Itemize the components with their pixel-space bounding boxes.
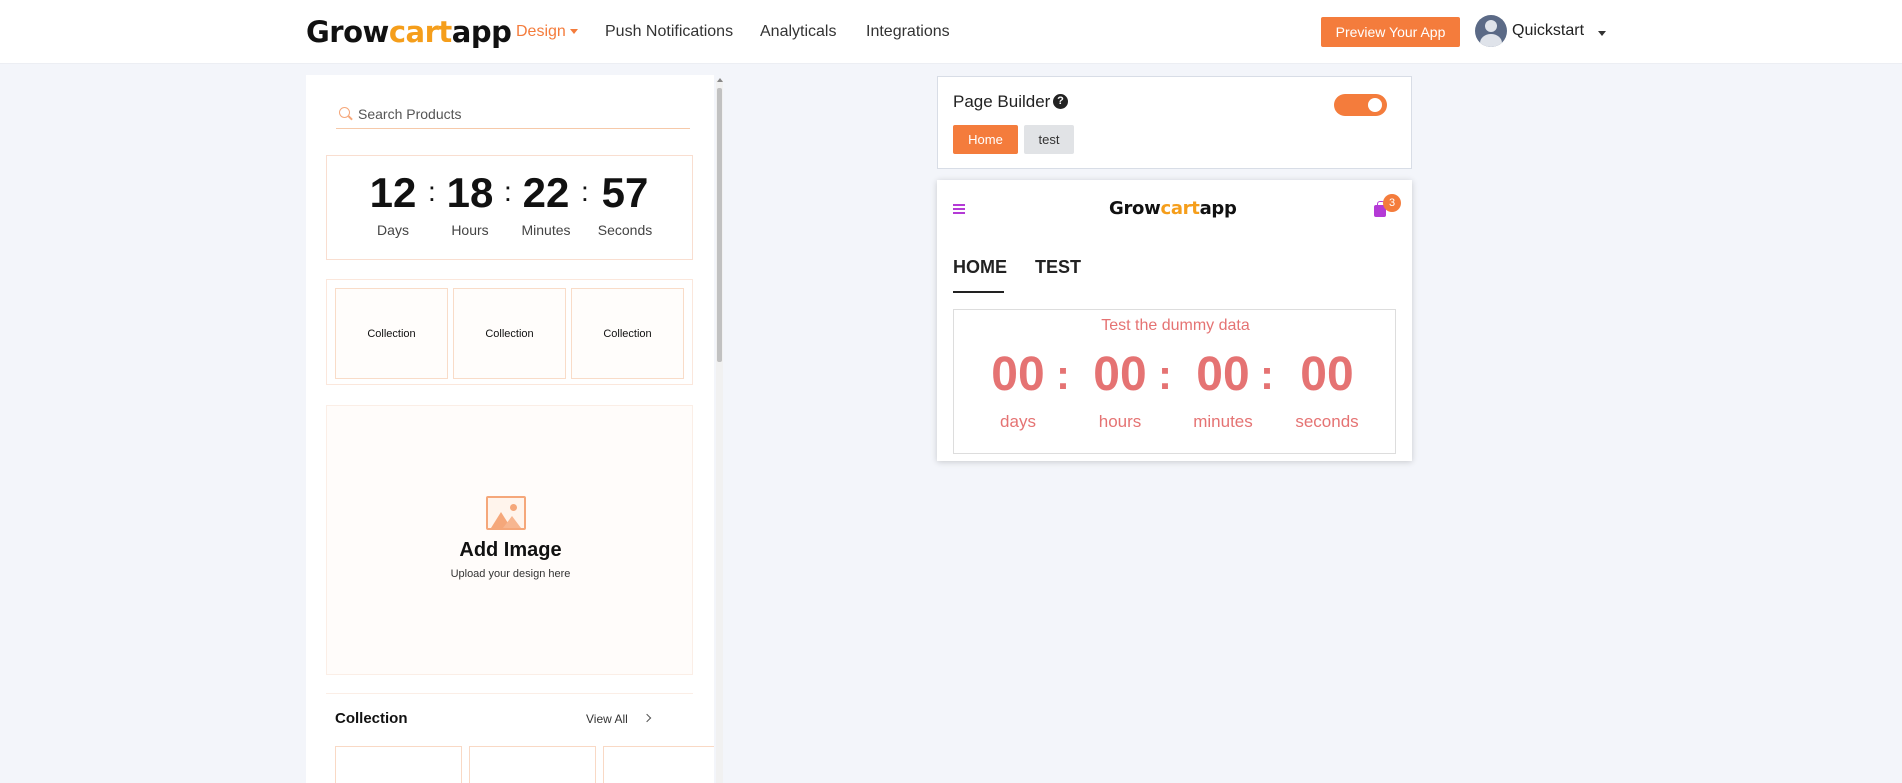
timer-separator: : xyxy=(1260,351,1274,398)
nav-design[interactable]: Design xyxy=(516,22,578,42)
nav-push-notifications[interactable]: Push Notifications xyxy=(605,22,733,42)
timer-seconds-label: seconds xyxy=(1295,412,1359,431)
preview-countdown: Test the dummy data 00 : 00 : 00 : 00 da… xyxy=(953,309,1396,454)
preview-tab-test[interactable]: TEST xyxy=(1035,257,1081,278)
timer-minutes-value: 00 xyxy=(1196,348,1250,401)
timer-days-value: 00 xyxy=(991,348,1045,401)
countdown-seconds-value: 57 xyxy=(601,169,649,216)
timer-hours-value: 00 xyxy=(1093,348,1147,401)
page-builder-title: Page Builder xyxy=(953,92,1051,111)
collection-box: Collection xyxy=(453,288,566,379)
countdown-separator: : xyxy=(581,176,589,207)
image-icon xyxy=(486,496,526,530)
top-navbar: Growcartapp Design Push Notifications An… xyxy=(0,0,1902,64)
countdown-minutes-value: 22 xyxy=(522,169,570,216)
timer-separator: : xyxy=(1158,351,1172,398)
chevron-down-icon xyxy=(569,29,578,35)
timer-days-label: days xyxy=(1000,412,1036,431)
avatar[interactable] xyxy=(1475,15,1507,47)
collection-card xyxy=(603,746,714,783)
collection-box: Collection xyxy=(335,288,448,379)
view-all-link[interactable]: View All xyxy=(586,712,628,726)
countdown-hours-value: 18 xyxy=(446,169,494,216)
timer-minutes-label: minutes xyxy=(1193,412,1253,431)
scroll-up-arrow-icon[interactable] xyxy=(717,78,723,82)
page-tab-home[interactable]: Home xyxy=(953,125,1018,154)
add-image-widget[interactable]: Add Image Upload your design here xyxy=(326,405,693,675)
component-panel: Search Products 12 : 18 : 22 : 57 Days H… xyxy=(306,75,714,783)
user-menu-chevron-down-icon[interactable] xyxy=(1598,31,1606,36)
preview-logo: Growcartapp xyxy=(1109,198,1237,219)
countdown-seconds-label: Seconds xyxy=(597,222,653,238)
timer-hours-label: hours xyxy=(1098,412,1142,431)
user-menu[interactable]: Quickstart xyxy=(1512,21,1584,41)
countdown-title: Test the dummy data xyxy=(1101,317,1250,334)
search-placeholder: Search Products xyxy=(358,106,462,122)
search-icon xyxy=(339,107,350,118)
search-input[interactable]: Search Products xyxy=(336,102,690,129)
collection-card xyxy=(469,746,596,783)
active-tab-underline xyxy=(953,291,1004,293)
add-image-subtitle: Upload your design here xyxy=(450,568,571,580)
app-logo[interactable]: Growcartapp xyxy=(306,14,512,50)
page-tab-test[interactable]: test xyxy=(1024,125,1074,154)
countdown-minutes-label: Minutes xyxy=(521,222,571,238)
countdown-days-label: Days xyxy=(377,222,409,238)
collection-section-title: Collection xyxy=(335,710,408,727)
panel-scrollbar-thumb[interactable] xyxy=(717,88,722,362)
collection-box: Collection xyxy=(571,288,684,379)
toggle-knob xyxy=(1368,98,1382,112)
timer-separator: : xyxy=(1056,351,1070,398)
timer-seconds-value: 00 xyxy=(1300,348,1354,401)
countdown-hours-label: Hours xyxy=(451,222,489,238)
chevron-right-icon xyxy=(642,713,652,723)
menu-icon[interactable] xyxy=(953,204,965,214)
page-builder-card: Page Builder ? Home test xyxy=(937,76,1412,169)
nav-integrations[interactable]: Integrations xyxy=(866,22,950,42)
collection-card xyxy=(335,746,462,783)
preview-app-button[interactable]: Preview Your App xyxy=(1321,17,1460,47)
add-image-title: Add Image xyxy=(459,539,562,561)
nav-analyticals[interactable]: Analyticals xyxy=(760,22,836,42)
app-preview: Growcartapp 3 HOME TEST Test the dummy d… xyxy=(937,180,1412,461)
countdown-widget[interactable]: 12 : 18 : 22 : 57 Days Hours Minutes Sec… xyxy=(326,155,693,260)
collection-grid-widget[interactable]: Collection Collection Collection xyxy=(326,279,693,385)
preview-tab-home[interactable]: HOME xyxy=(953,257,1007,278)
page-builder-toggle[interactable] xyxy=(1334,94,1387,116)
help-icon[interactable]: ? xyxy=(1053,94,1068,109)
collection-carousel-widget[interactable]: Collection View All xyxy=(326,693,714,783)
cart-count-badge: 3 xyxy=(1383,194,1401,212)
countdown-days-value: 12 xyxy=(369,169,417,216)
